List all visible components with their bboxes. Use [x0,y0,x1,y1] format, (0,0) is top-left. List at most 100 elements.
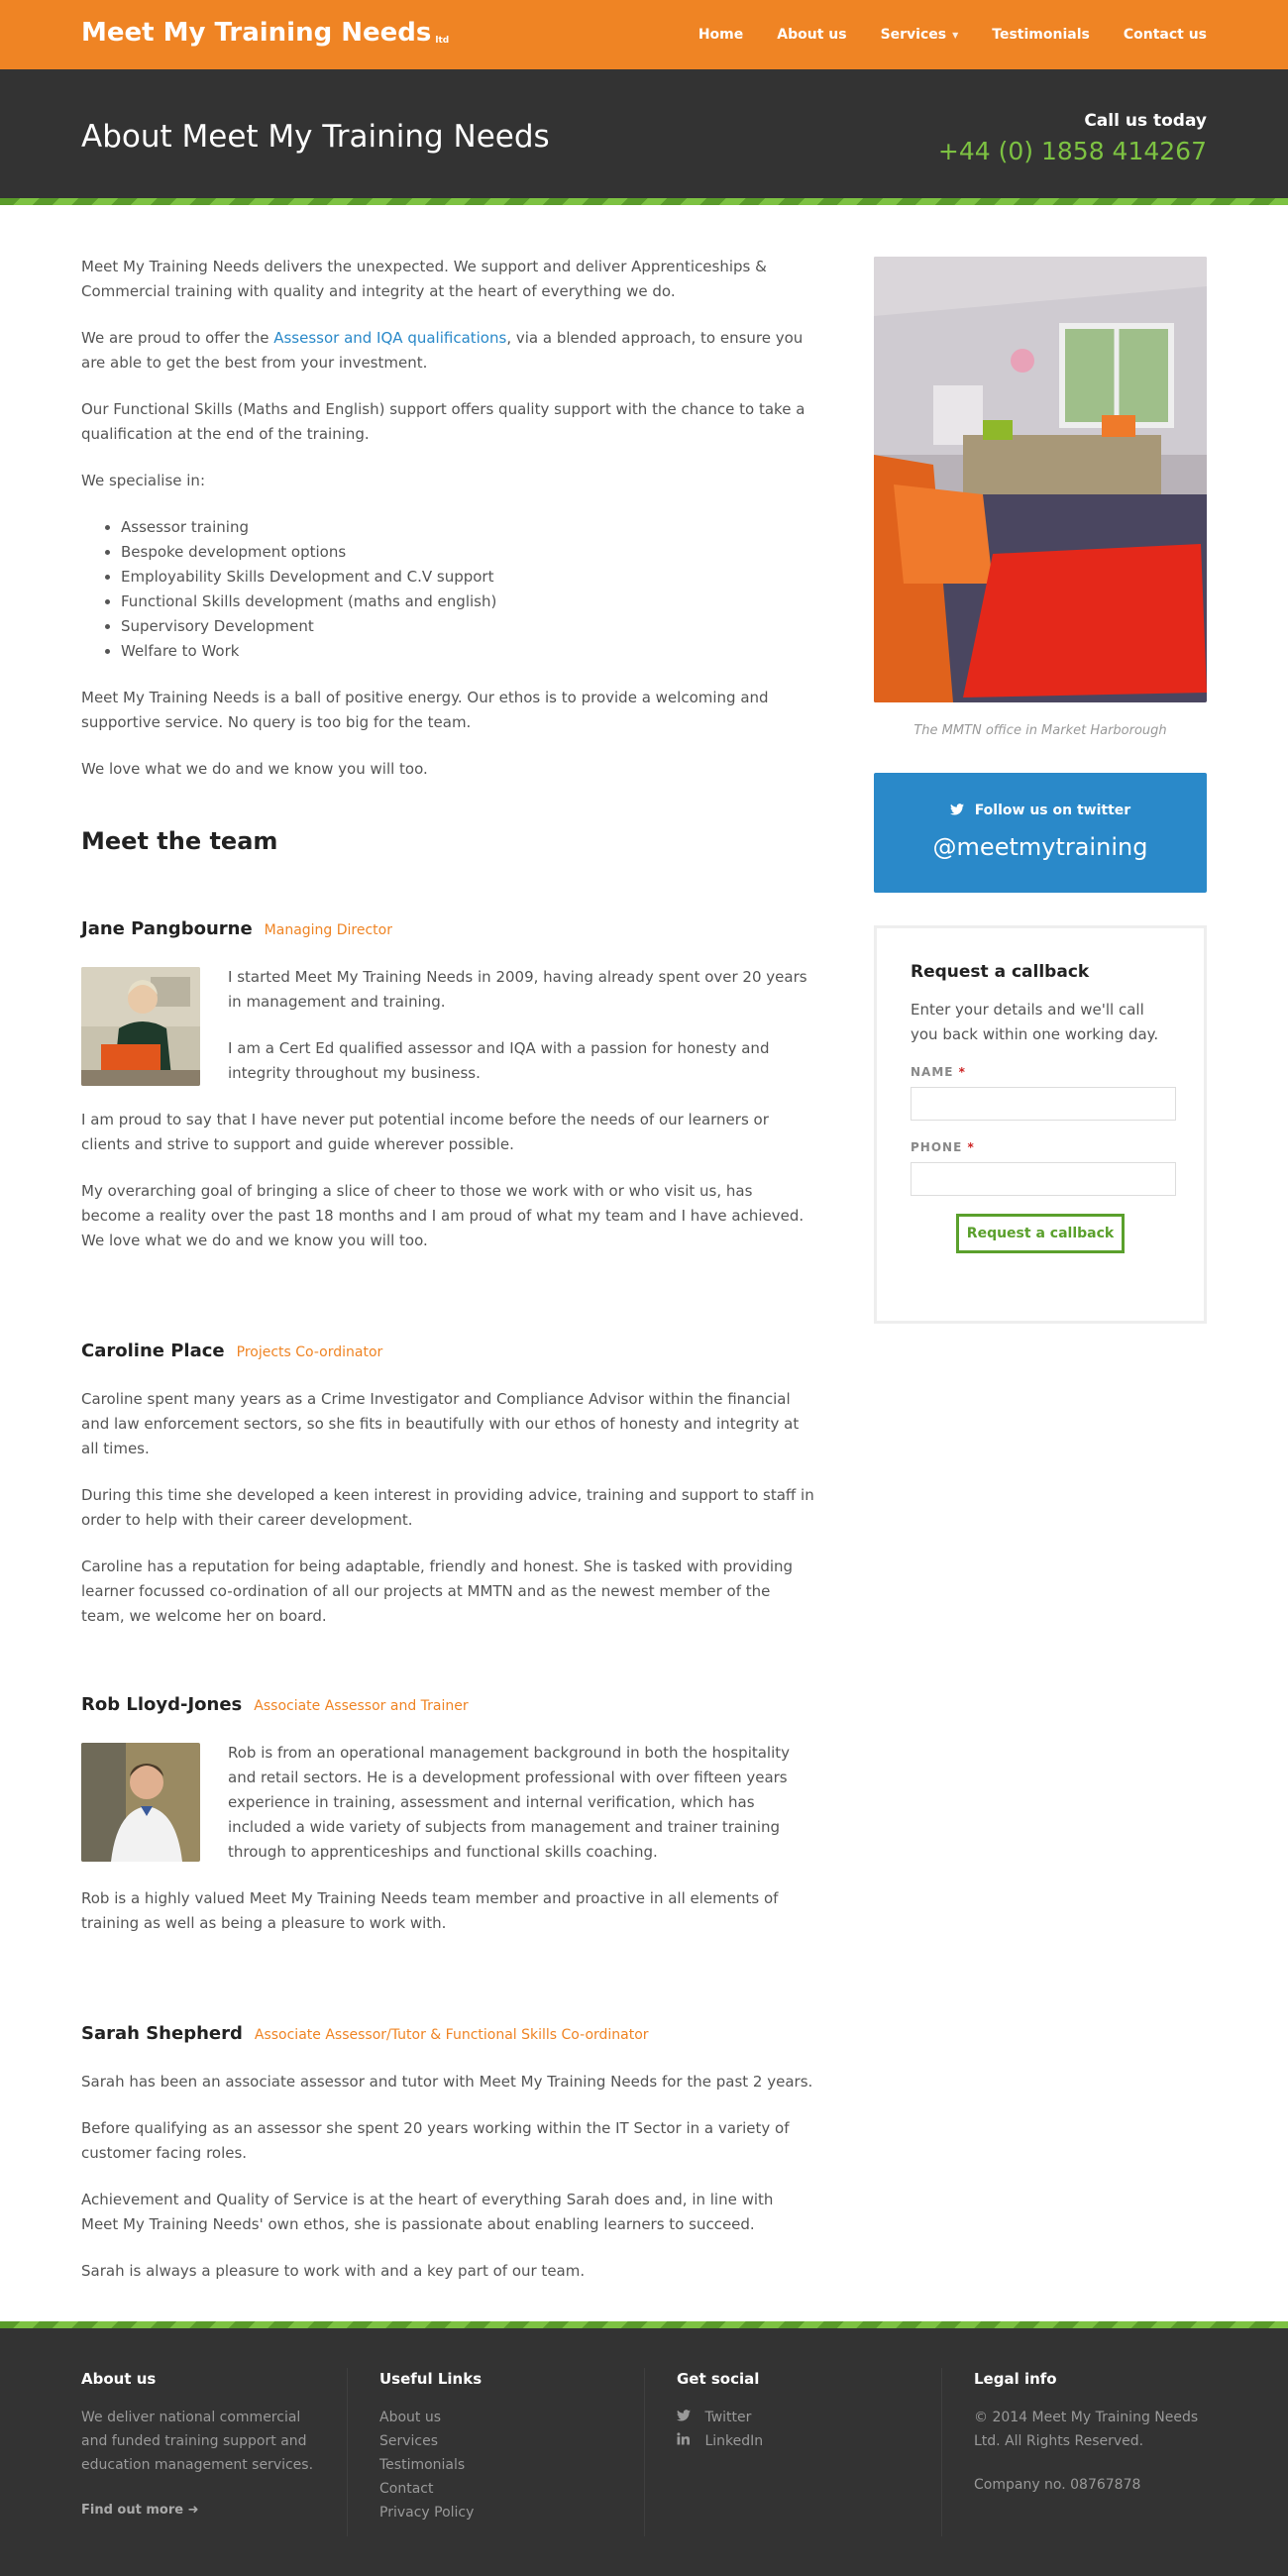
linkedin-icon [677,2429,691,2445]
footer-divider [347,2368,348,2536]
footer-link-services[interactable]: Services [379,2429,617,2453]
team-heading: Meet the team [81,827,278,855]
required-mark: * [958,1065,966,1079]
jane-photo [81,967,200,1086]
twitter-follow-label: Follow us on twitter [974,803,1131,818]
callback-form: Request a callback Enter your details an… [874,925,1207,1324]
member-name: Jane Pangbourne [81,918,253,939]
sidebar: The MMTN office in Market Harborough Fol… [874,257,1207,1324]
footer-divider [941,2368,942,2536]
nav-home[interactable]: Home [698,23,743,48]
footer-twitter-link[interactable]: Twitter [677,2406,914,2429]
nav-about-us[interactable]: About us [777,23,846,48]
header-stripe [0,198,1288,205]
label-text: NAME [911,1065,954,1079]
call-us-block: Call us today +44 (0) 1858 414267 [938,109,1207,168]
twitter-follow-box[interactable]: Follow us on twitter @meetmytraining [874,773,1207,893]
office-caption: The MMTN office in Market Harborough [913,723,1167,738]
arrow-right-icon: ➜ [187,2503,199,2518]
footer-heading: About us [81,2370,157,2388]
list-item: Employability Skills Development and C.V… [121,565,814,590]
member-paragraph: Caroline spent many years as a Crime Inv… [81,1390,800,1457]
twitter-handle: @meetmytraining [932,833,1148,861]
member-paragraph: My overarching goal of bringing a slice … [81,1182,805,1249]
footer-divider [644,2368,645,2536]
text: We are proud to offer the [81,329,274,347]
twitter-icon [949,803,975,818]
list-item: Bespoke development options [121,540,814,565]
member-paragraph: Sarah has been an associate assessor and… [81,2073,813,2091]
footer-link-privacy[interactable]: Privacy Policy [379,2501,617,2524]
nav-testimonials[interactable]: Testimonials [992,23,1090,48]
rob-photo [81,1743,200,1862]
logo-suffix: ltd [435,36,450,46]
member-paragraph: During this time she developed a keen in… [81,1486,814,1529]
list-item: Functional Skills development (maths and… [121,590,814,614]
name-field[interactable] [911,1087,1176,1121]
specialisms-list: Assessor training Bespoke development op… [121,515,814,664]
member-paragraph: Caroline has a reputation for being adap… [81,1557,794,1625]
member-role: Managing Director [264,922,392,938]
footer-linkedin-link[interactable]: LinkedIn [677,2429,914,2453]
intro-paragraph: Our Functional Skills (Maths and English… [81,400,805,443]
intro-paragraph: We love what we do and we know you will … [81,760,428,778]
twitter-follow-row: Follow us on twitter [874,801,1207,820]
member-paragraph: I am proud to say that I have never put … [81,1111,769,1153]
label-text: PHONE [911,1140,963,1154]
content-column: Meet My Training Needs delivers the unex… [81,255,814,2347]
member-name: Rob Lloyd-Jones [81,1694,243,1715]
phone-number[interactable]: +44 (0) 1858 414267 [938,135,1207,168]
intro-paragraph: Meet My Training Needs is a ball of posi… [81,689,769,731]
footer-about: About us We deliver national commercial … [81,2368,319,2522]
footer-link-testimonials[interactable]: Testimonials [379,2453,617,2477]
footer-link-about[interactable]: About us [379,2406,617,2429]
request-callback-button[interactable]: Request a callback [956,1214,1125,1253]
link-text: Twitter [704,2410,752,2425]
member-role: Projects Co-ordinator [236,1344,383,1360]
phone-field[interactable] [911,1162,1176,1196]
nav-services-label: Services [880,26,947,43]
member-role: Associate Assessor and Trainer [254,1698,469,1714]
team-member-sarah: Sarah Shepherd Associate Assessor/Tutor … [81,2021,814,2284]
member-role: Associate Assessor/Tutor & Functional Sk… [254,2027,649,2043]
top-navbar: Meet My Training Needs ltd Home About us … [0,0,1288,69]
main-content: Meet My Training Needs delivers the unex… [0,205,1288,2321]
assessor-iqa-link[interactable]: Assessor and IQA qualifications [273,329,506,347]
phone-label: PHONE * [911,1138,1170,1156]
list-item: Supervisory Development [121,614,814,639]
team-member-rob: Rob Lloyd-Jones Associate Assessor and T… [81,1692,814,1958]
footer-about-text: We deliver national commercial and funde… [81,2410,314,2473]
member-paragraph: Achievement and Quality of Service is at… [81,2191,774,2233]
callback-title: Request a callback [911,962,1090,982]
site-footer: About us We deliver national commercial … [0,2328,1288,2576]
intro-paragraph: We specialise in: [81,472,205,489]
chevron-down-icon: ▼ [952,30,959,40]
member-name: Sarah Shepherd [81,2023,243,2044]
twitter-icon [677,2406,691,2421]
intro-paragraph: We are proud to offer the Assessor and I… [81,326,814,376]
call-us-label: Call us today [1084,111,1207,131]
nav-services[interactable]: Services ▼ [881,23,959,48]
footer-legal: Legal info © 2014 Meet My Training Needs… [974,2368,1212,2497]
footer-links: Useful Links About us Services Testimoni… [379,2368,617,2524]
site-logo[interactable]: Meet My Training Needs ltd [81,16,449,57]
member-name: Caroline Place [81,1341,225,1361]
name-label: NAME * [911,1063,1170,1081]
list-item: Assessor training [121,515,814,540]
footer-heading: Get social [677,2370,760,2388]
callback-text: Enter your details and we'll call you ba… [911,1001,1159,1043]
link-text: LinkedIn [704,2433,764,2449]
required-mark: * [967,1140,975,1154]
team-member-caroline: Caroline Place Projects Co-ordinator Car… [81,1339,814,1629]
footer-heading: Useful Links [379,2370,483,2388]
copyright-text: © 2014 Meet My Training Needs Ltd. All R… [974,2410,1199,2449]
link-text: Find out more [81,2503,184,2518]
footer-link-contact[interactable]: Contact [379,2477,617,2501]
footer-social: Get social Twitter LinkedIn [677,2368,914,2453]
member-paragraph: Sarah is always a pleasure to work with … [81,2262,586,2280]
office-photo [874,257,1207,702]
find-out-more-link[interactable]: Find out more ➜ [81,2499,319,2522]
nav-contact-us[interactable]: Contact us [1124,23,1207,48]
main-nav: Home About us Services ▼ Testimonials Co… [665,0,1207,69]
page-title-band: About Meet My Training Needs Call us tod… [0,69,1288,198]
